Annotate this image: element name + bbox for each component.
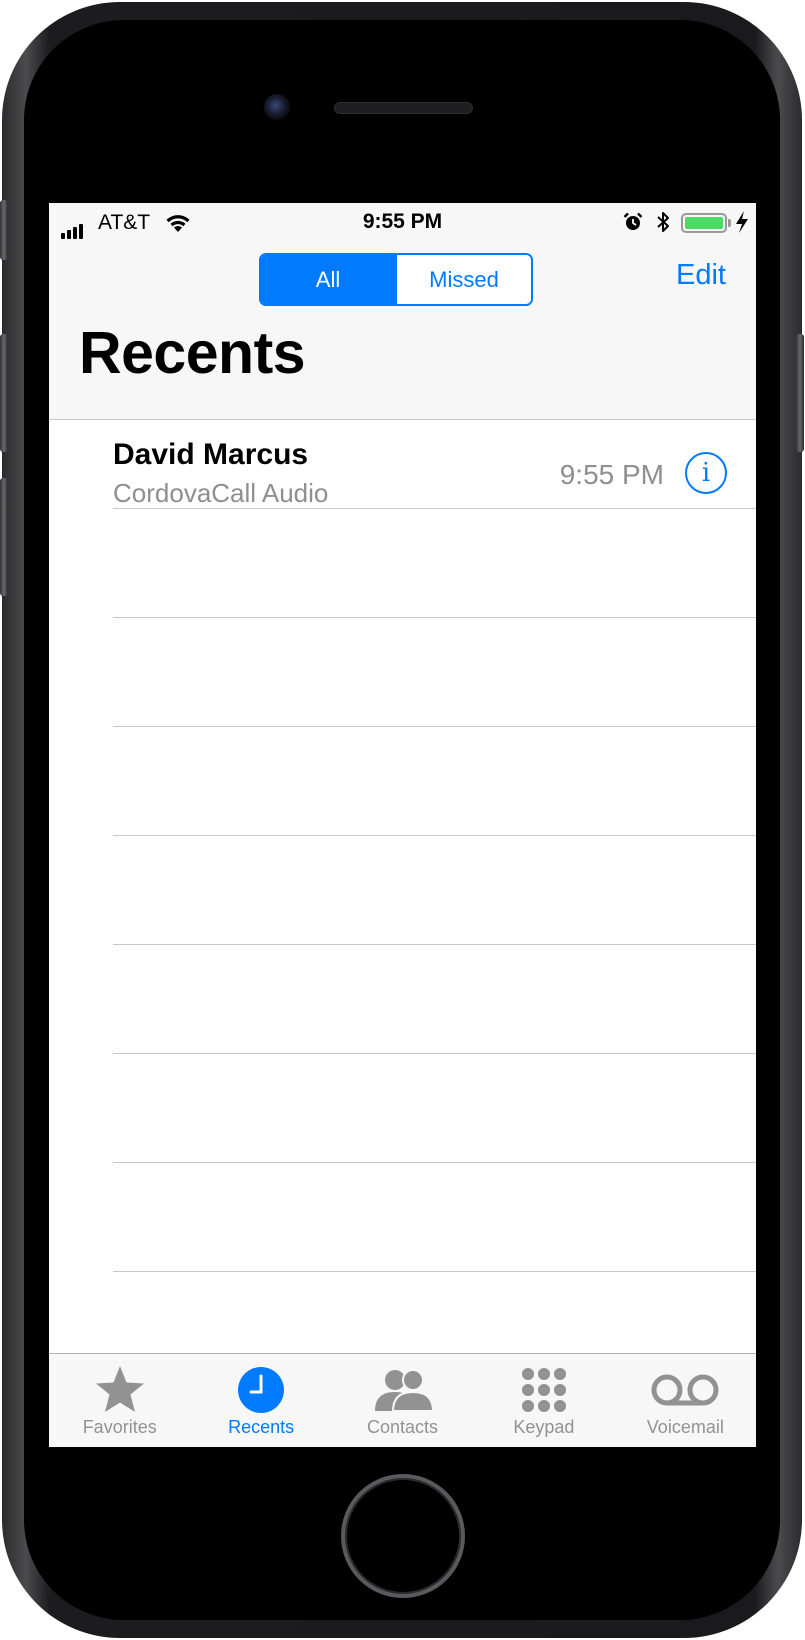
caller-name: David Marcus — [113, 438, 309, 471]
battery-icon — [681, 213, 727, 233]
tab-label: Favorites — [82, 1417, 157, 1437]
row-divider — [113, 1162, 756, 1163]
clock-icon — [237, 1364, 285, 1416]
row-divider — [113, 508, 756, 509]
row-divider — [113, 726, 756, 727]
info-icon[interactable]: i — [685, 452, 727, 494]
call-type: CordovaCall Audio — [113, 478, 329, 508]
status-time: 9:55 PM — [362, 210, 443, 233]
page-title: Recents — [79, 320, 306, 386]
charging-bolt-icon — [735, 211, 749, 239]
tab-keypad[interactable]: Keypad — [473, 1354, 614, 1447]
front-camera — [264, 94, 290, 120]
tab-contacts[interactable]: Contacts — [332, 1354, 473, 1447]
tab-label: Contacts — [366, 1417, 439, 1437]
segment-missed[interactable]: Missed — [395, 255, 531, 304]
recents-list: David Marcus CordovaCall Audio 9:55 PM i — [49, 420, 756, 1357]
row-divider — [113, 944, 756, 945]
segment-all[interactable]: All — [261, 255, 395, 304]
tab-voicemail[interactable]: Voicemail — [615, 1354, 756, 1447]
earpiece-speaker — [334, 102, 473, 114]
call-time: 9:55 PM — [559, 459, 664, 490]
row-divider — [113, 1053, 756, 1054]
screen: AT&T 9:55 PM All Missed Edit Recents Dav… — [49, 203, 756, 1447]
tab-favorites[interactable]: Favorites — [49, 1354, 190, 1447]
filter-segmented-control: All Missed — [259, 253, 533, 306]
battery-cap — [728, 219, 731, 227]
contacts-icon — [371, 1364, 435, 1416]
power-button — [796, 334, 804, 452]
tab-label: Voicemail — [646, 1417, 724, 1437]
tab-label: Recents — [228, 1417, 295, 1437]
keypad-icon — [520, 1364, 568, 1416]
volume-down-button — [0, 478, 8, 596]
row-divider — [113, 617, 756, 618]
list-item[interactable]: David Marcus CordovaCall Audio 9:55 PM i — [49, 420, 756, 532]
tab-bar: Favorites Recents Contacts Keypad Voicem… — [49, 1353, 756, 1447]
edit-button[interactable]: Edit — [676, 259, 726, 292]
silent-switch — [0, 200, 8, 260]
row-divider — [113, 835, 756, 836]
voicemail-icon — [650, 1364, 720, 1416]
battery-level — [685, 217, 723, 229]
star-icon — [93, 1364, 147, 1416]
alarm-icon — [623, 212, 643, 238]
volume-up-button — [0, 334, 8, 452]
row-divider — [113, 1271, 756, 1272]
tab-label: Keypad — [513, 1417, 575, 1437]
status-bar: AT&T 9:55 PM — [49, 203, 756, 241]
tab-recents[interactable]: Recents — [190, 1354, 331, 1447]
bluetooth-icon — [655, 210, 671, 240]
home-button[interactable] — [341, 1474, 465, 1598]
